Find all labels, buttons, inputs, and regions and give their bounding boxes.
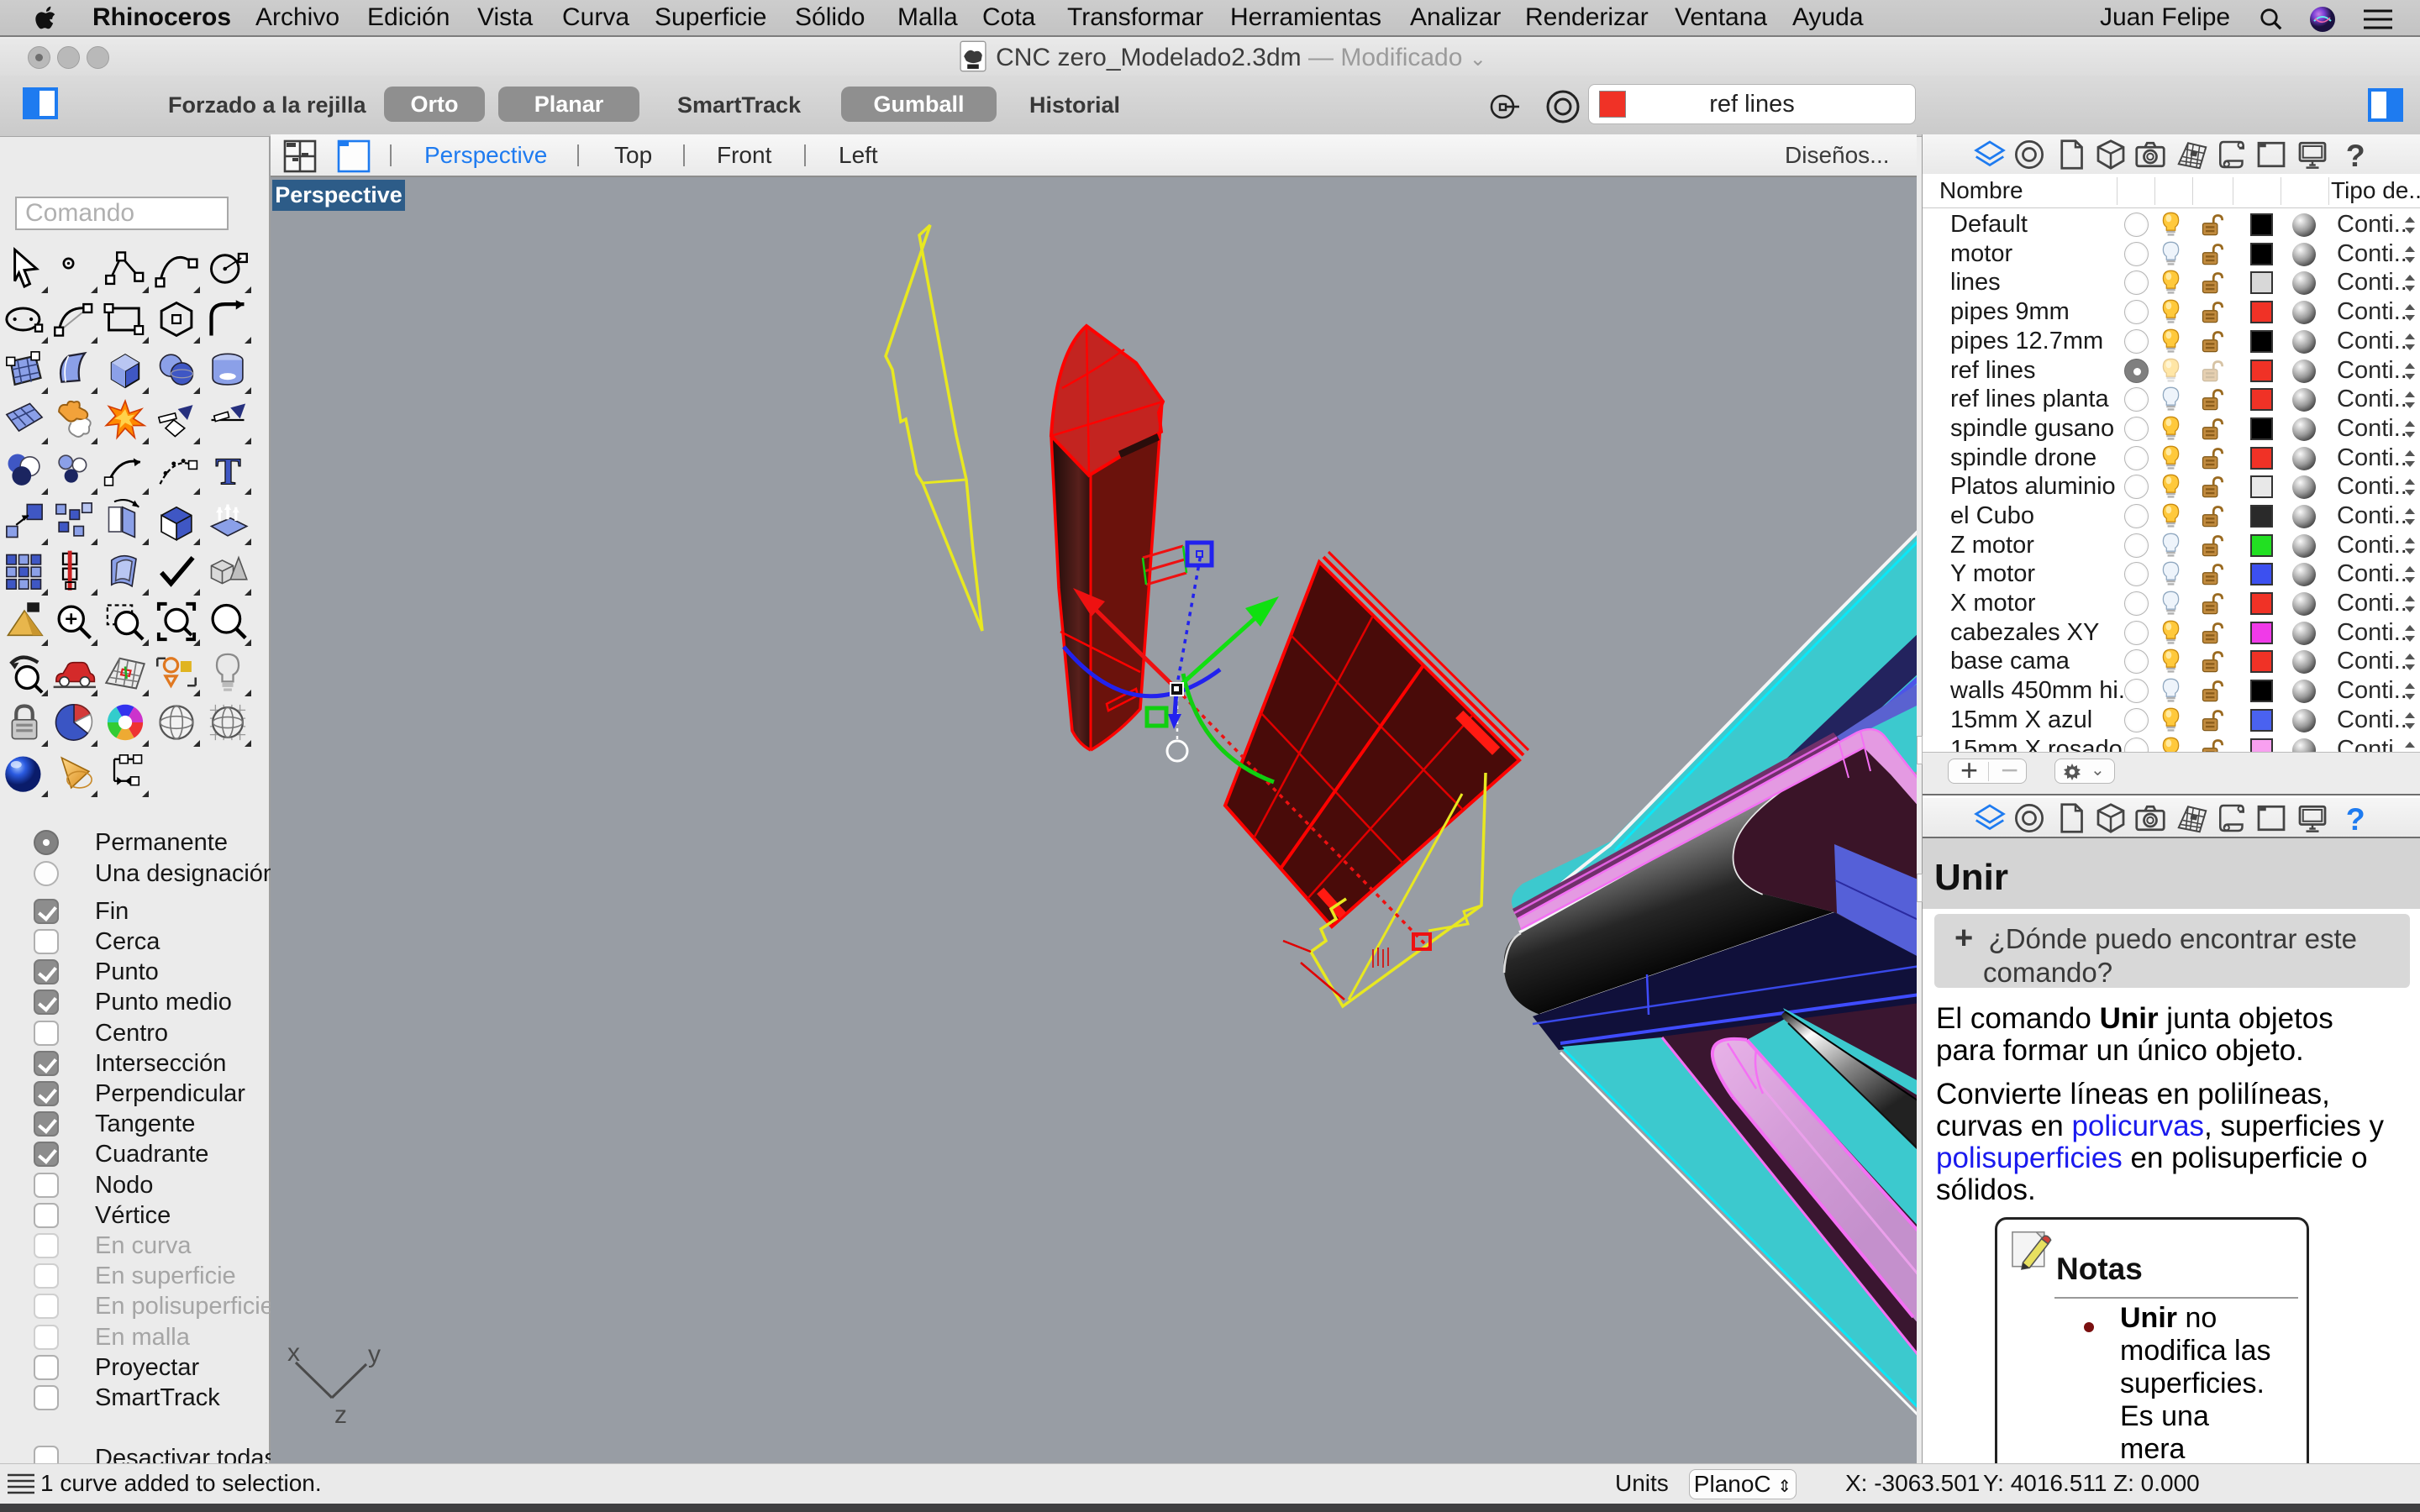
svg-text:?: ? — [2346, 801, 2365, 835]
svg-text:T: T — [215, 449, 240, 492]
svg-text:?: ? — [2346, 138, 2365, 171]
svg-text:y: y — [368, 1341, 381, 1368]
svg-text:x: x — [287, 1339, 300, 1367]
svg-text:z: z — [334, 1401, 347, 1429]
